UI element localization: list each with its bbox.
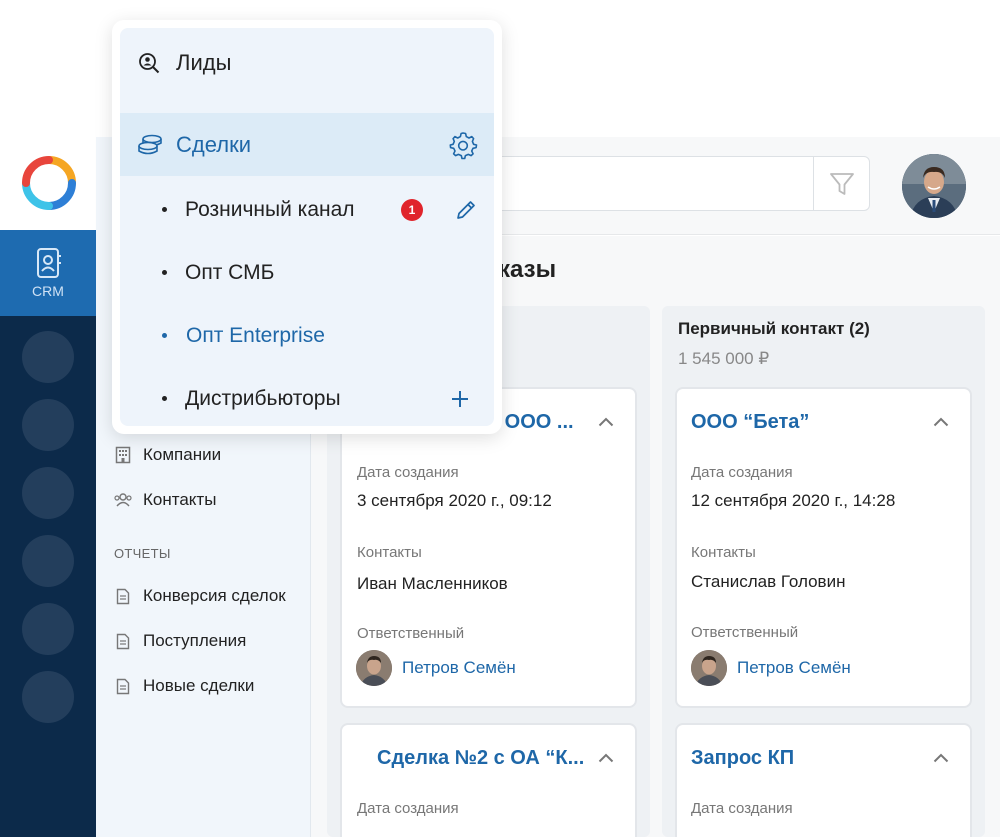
chevron-up-icon[interactable] (933, 417, 949, 427)
sidebar-item-label: Новые сделки (143, 676, 255, 695)
document-icon (114, 677, 132, 695)
document-icon (114, 587, 132, 605)
created-label: Дата создания (691, 800, 793, 817)
menu-item-deals[interactable]: Сделки (120, 113, 494, 176)
sidebar-item-contacts[interactable]: Контакты (114, 490, 216, 510)
sidebar-item-label: Компании (143, 445, 222, 464)
column-title: Первичный контакт (2) (678, 319, 870, 338)
notification-badge: 1 (401, 198, 423, 221)
people-icon (114, 491, 132, 509)
pipeline-label: Розничный канал (185, 197, 355, 221)
owner-label: Ответственный (691, 624, 799, 641)
crm-dropdown-menu: Лиды Сделки Розничный канал 1 Опт СМБ Оп… (112, 20, 502, 434)
lead-search-icon (139, 52, 160, 73)
owner-label: Ответственный (357, 625, 465, 642)
contacts-label: Контакты (357, 544, 422, 561)
deal-card-title[interactable]: Сделка №2 с ОА “К... (377, 747, 590, 770)
menu-item-label: Лиды (176, 49, 232, 75)
pencil-icon[interactable] (454, 198, 478, 222)
rail-app-placeholder[interactable] (22, 535, 74, 587)
avatar (691, 650, 727, 686)
coins-icon (138, 134, 162, 154)
pipeline-label: Опт Enterprise (186, 323, 325, 347)
pipeline-item-wholesale-enterprise[interactable]: Опт Enterprise (120, 304, 494, 367)
reports-section-title: ОТЧЕТЫ (114, 546, 171, 561)
bullet (162, 333, 167, 338)
owner-name[interactable]: Петров Семён (402, 658, 516, 678)
pipeline-item-wholesale-smb[interactable]: Опт СМБ (120, 241, 494, 304)
pipeline-label: Опт СМБ (185, 260, 275, 284)
menu-item-label: Сделки (176, 131, 251, 157)
document-icon (114, 632, 132, 650)
column-sum: 1 545 000 ₽ (678, 349, 770, 368)
contact-value[interactable]: Станислав Головин (691, 572, 845, 592)
contacts-label: Контакты (691, 544, 756, 561)
deal-card[interactable]: Запрос КП Дата создания (675, 723, 972, 837)
created-label: Дата создания (357, 464, 459, 481)
chevron-up-icon[interactable] (933, 753, 949, 763)
building-icon (114, 446, 132, 464)
created-value: 3 сентября 2020 г., 09:12 (357, 491, 552, 510)
rail-app-placeholder[interactable] (22, 603, 74, 655)
bullet (162, 207, 167, 212)
created-label: Дата создания (357, 800, 459, 817)
plus-icon[interactable] (450, 389, 470, 409)
crm-label: CRM (32, 283, 64, 299)
filter-icon (829, 172, 854, 195)
filter-button[interactable] (813, 156, 870, 211)
dropdown-panel: Лиды Сделки Розничный канал 1 Опт СМБ Оп… (120, 28, 494, 426)
owner[interactable]: Петров Семён (356, 650, 516, 686)
deal-card[interactable]: ООО “Бета” Дата создания 12 сентября 202… (675, 387, 972, 708)
pipeline-item-retail[interactable]: Розничный канал 1 (120, 178, 494, 241)
app-logo (22, 156, 76, 210)
deal-card[interactable]: с ООО ... Дата создания 3 сентября 2020 … (340, 387, 637, 708)
crm-nav-tab[interactable]: CRM (0, 230, 96, 316)
created-value: 12 сентября 2020 г., 14:28 (691, 491, 896, 510)
menu-item-leads[interactable]: Лиды (120, 31, 494, 94)
deal-card[interactable]: Сделка №2 с ОА “К... Дата создания (340, 723, 637, 837)
chevron-up-icon[interactable] (598, 417, 614, 427)
deal-card-title[interactable]: ООО “Бета” (691, 411, 921, 434)
chevron-up-icon[interactable] (598, 753, 614, 763)
rail-app-placeholder[interactable] (22, 671, 74, 723)
sidebar-item-companies[interactable]: Компании (114, 445, 221, 465)
sidebar-item-label: Контакты (143, 490, 217, 509)
rail-app-placeholder[interactable] (22, 399, 74, 451)
bullet (162, 270, 167, 275)
rail-app-placeholder[interactable] (22, 467, 74, 519)
sidebar-item-conversion[interactable]: Конверсия сделок (114, 586, 286, 606)
deal-card-title[interactable]: с ООО ... (488, 411, 590, 434)
rail-app-placeholder[interactable] (22, 331, 74, 383)
owner-name[interactable]: Петров Семён (737, 658, 851, 678)
avatar (356, 650, 392, 686)
board-title: казы (498, 256, 557, 283)
pipeline-label: Дистрибьюторы (185, 386, 341, 410)
bullet (162, 396, 167, 401)
gear-icon[interactable] (448, 130, 478, 160)
sidebar-item-new-deals[interactable]: Новые сделки (114, 676, 254, 696)
sidebar-item-label: Поступления (143, 631, 247, 650)
contact-book-icon (37, 248, 61, 278)
owner[interactable]: Петров Семён (691, 650, 851, 686)
contact-value[interactable]: Иван Масленников (357, 574, 508, 594)
search-input[interactable] (490, 156, 814, 211)
pipeline-item-distributors[interactable]: Дистрибьюторы (120, 367, 494, 426)
created-label: Дата создания (691, 464, 793, 481)
deal-card-title[interactable]: Запрос КП (691, 747, 921, 770)
sidebar-item-receipts[interactable]: Поступления (114, 631, 246, 651)
user-avatar[interactable] (902, 154, 966, 218)
sidebar-item-label: Конверсия сделок (143, 586, 286, 605)
